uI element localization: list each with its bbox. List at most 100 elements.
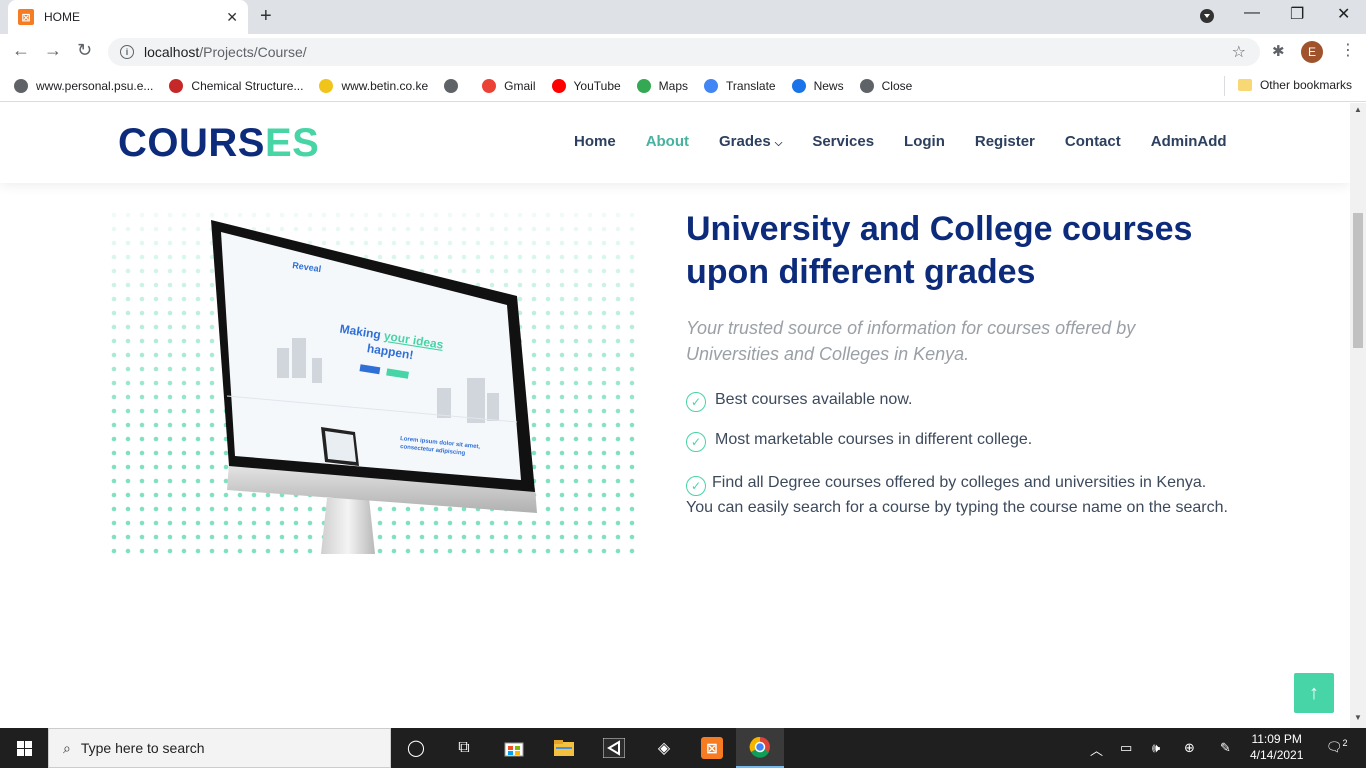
extensions-icon[interactable]: ✱	[1272, 42, 1285, 60]
site-logo[interactable]: COURSES	[118, 121, 319, 166]
bookmark-star-icon[interactable]: ☆	[1232, 42, 1246, 62]
windows-taskbar: ⌕ Type here to search ◯ ⧉ ◈ ⊠ ︿ ▭ 🕪 ⊕ ✎ …	[0, 728, 1366, 768]
bookmark-item[interactable]: www.personal.psu.e...	[14, 78, 154, 93]
browser-tab[interactable]: ⊠ HOME ✕	[8, 0, 248, 34]
bookmark-item[interactable]: Translate	[704, 78, 776, 93]
search-icon: ⌕	[63, 739, 71, 756]
bookmark-item[interactable]: www.betin.co.ke	[319, 78, 429, 93]
feature-text: Best courses available now.	[715, 391, 913, 408]
globe-icon	[444, 78, 459, 93]
avatar[interactable]: E	[1301, 41, 1323, 63]
profile-menu-icon[interactable]	[1199, 8, 1215, 29]
bookmark-label: www.personal.psu.e...	[36, 78, 154, 93]
bookmark-item[interactable]: Gmail	[482, 78, 536, 93]
pen-icon[interactable]: ✎	[1220, 740, 1231, 756]
scrollbar-thumb[interactable]	[1353, 213, 1363, 348]
bookmark-label: Chemical Structure...	[191, 78, 304, 93]
taskbar-search[interactable]: ⌕ Type here to search	[48, 728, 391, 768]
betin-icon	[319, 78, 334, 93]
nav-item-grades[interactable]: Grades ⌵	[719, 133, 782, 150]
nav-item-contact[interactable]: Contact	[1065, 133, 1121, 150]
clock-time: 11:09 PM	[1251, 732, 1302, 746]
chrome-icon[interactable]	[736, 728, 784, 768]
globe-icon	[859, 78, 874, 93]
address-bar[interactable]: i localhost/Projects/Course/ ☆	[108, 38, 1260, 66]
search-placeholder: Type here to search	[80, 740, 205, 756]
main-nav: Home About Grades ⌵ Services Login Register Con…	[574, 133, 1227, 150]
bookmark-label: www.betin.co.ke	[341, 78, 429, 93]
minimize-icon[interactable]: —	[1244, 4, 1260, 22]
visual-studio-icon[interactable]	[590, 728, 638, 768]
nav-label: Grades	[719, 133, 771, 150]
notification-icon[interactable]: 🗨2	[1326, 738, 1348, 755]
back-to-top-button[interactable]: ↑	[1294, 673, 1334, 713]
store-icon[interactable]	[490, 728, 538, 768]
page-scrollbar[interactable]: ▲ ▼	[1350, 103, 1366, 728]
nav-label: About	[645, 133, 690, 150]
bookmark-item[interactable]: News	[791, 78, 844, 93]
battery-icon[interactable]: ▭	[1120, 740, 1132, 756]
nav-item-about[interactable]: About	[646, 133, 689, 150]
unity-icon[interactable]: ◈	[640, 728, 688, 768]
feature-text: Most marketable courses in different col…	[715, 431, 1033, 448]
bookmarks-bar: www.personal.psu.e... Chemical Structure.…	[0, 70, 1366, 102]
back-icon[interactable]: ←	[12, 40, 30, 61]
nav-label: Home	[574, 133, 616, 150]
gmail-icon	[482, 78, 497, 93]
arrow-up-icon: ↑	[1309, 681, 1319, 704]
hero-title: University and College courses upon diff…	[686, 210, 1193, 291]
xampp-icon[interactable]: ⊠	[688, 728, 736, 768]
bookmark-item[interactable]: Close	[859, 78, 913, 93]
nav-label: AdminAdd	[1150, 133, 1227, 150]
cortana-icon[interactable]: ◯	[392, 728, 440, 768]
bookmark-label: Maps	[658, 78, 689, 93]
youtube-icon	[551, 78, 566, 93]
network-icon[interactable]: ⊕	[1184, 740, 1195, 756]
restore-icon[interactable]: ❐	[1290, 4, 1304, 24]
browser-toolbar: ← → ↻ i localhost/Projects/Course/ ☆	[0, 34, 1366, 70]
system-clock[interactable]: 11:09 PM 4/14/2021	[1250, 731, 1303, 763]
more-menu-icon[interactable]: ⋮	[1340, 40, 1356, 60]
other-bookmarks[interactable]: Other bookmarks	[1237, 78, 1352, 92]
news-icon	[791, 78, 806, 93]
windows-logo-icon	[16, 740, 32, 756]
scroll-up-icon[interactable]: ▲	[1354, 105, 1362, 114]
nav-item-adminadd[interactable]: AdminAdd	[1151, 133, 1227, 150]
scroll-down-icon[interactable]: ▼	[1354, 713, 1362, 722]
file-explorer-icon[interactable]	[540, 728, 588, 768]
reload-icon[interactable]: ↻	[77, 40, 92, 61]
bookmark-item[interactable]: Chemical Structure...	[169, 78, 304, 93]
bookmark-item[interactable]	[444, 78, 466, 93]
nav-label: Services	[812, 133, 875, 150]
check-circle-icon: ✓	[686, 476, 706, 496]
logo-part-1: COURS	[118, 121, 265, 165]
volume-icon[interactable]: 🕪	[1152, 740, 1160, 756]
folder-icon	[1237, 79, 1252, 91]
bookmarks-divider	[1224, 76, 1225, 96]
close-tab-icon[interactable]: ✕	[226, 9, 238, 26]
nav-item-login[interactable]: Login	[904, 133, 945, 150]
logo-part-2: ES	[264, 121, 320, 165]
chevron-down-icon: ⌵	[774, 138, 783, 149]
info-icon[interactable]: i	[120, 45, 134, 59]
hero-subtitle: Your trusted source of information for c…	[686, 318, 1136, 364]
nav-item-register[interactable]: Register	[975, 133, 1035, 150]
nav-item-services[interactable]: Services	[812, 133, 874, 150]
task-view-icon[interactable]: ⧉	[440, 728, 488, 768]
nav-item-home[interactable]: Home	[574, 133, 616, 150]
close-window-icon[interactable]: ✕	[1337, 4, 1350, 24]
start-button[interactable]	[0, 728, 48, 768]
feature-item: ✓ Find all Degree courses offered by coll…	[686, 471, 1231, 520]
bookmark-item[interactable]: YouTube	[551, 78, 621, 93]
forward-icon[interactable]: →	[44, 40, 62, 61]
bookmark-label: Close	[881, 78, 913, 93]
translate-icon	[704, 78, 719, 93]
nav-label: Register	[974, 133, 1035, 150]
chevron-up-icon[interactable]: ︿	[1090, 740, 1103, 759]
bookmark-item[interactable]: Maps	[636, 78, 689, 93]
new-tab-button[interactable]: +	[260, 5, 272, 28]
maps-icon	[636, 78, 651, 93]
globe-icon	[14, 78, 28, 93]
web-page: COURSES Home About Grades ⌵ Services Login Reg…	[0, 103, 1350, 728]
nav-label: Login	[904, 133, 945, 150]
